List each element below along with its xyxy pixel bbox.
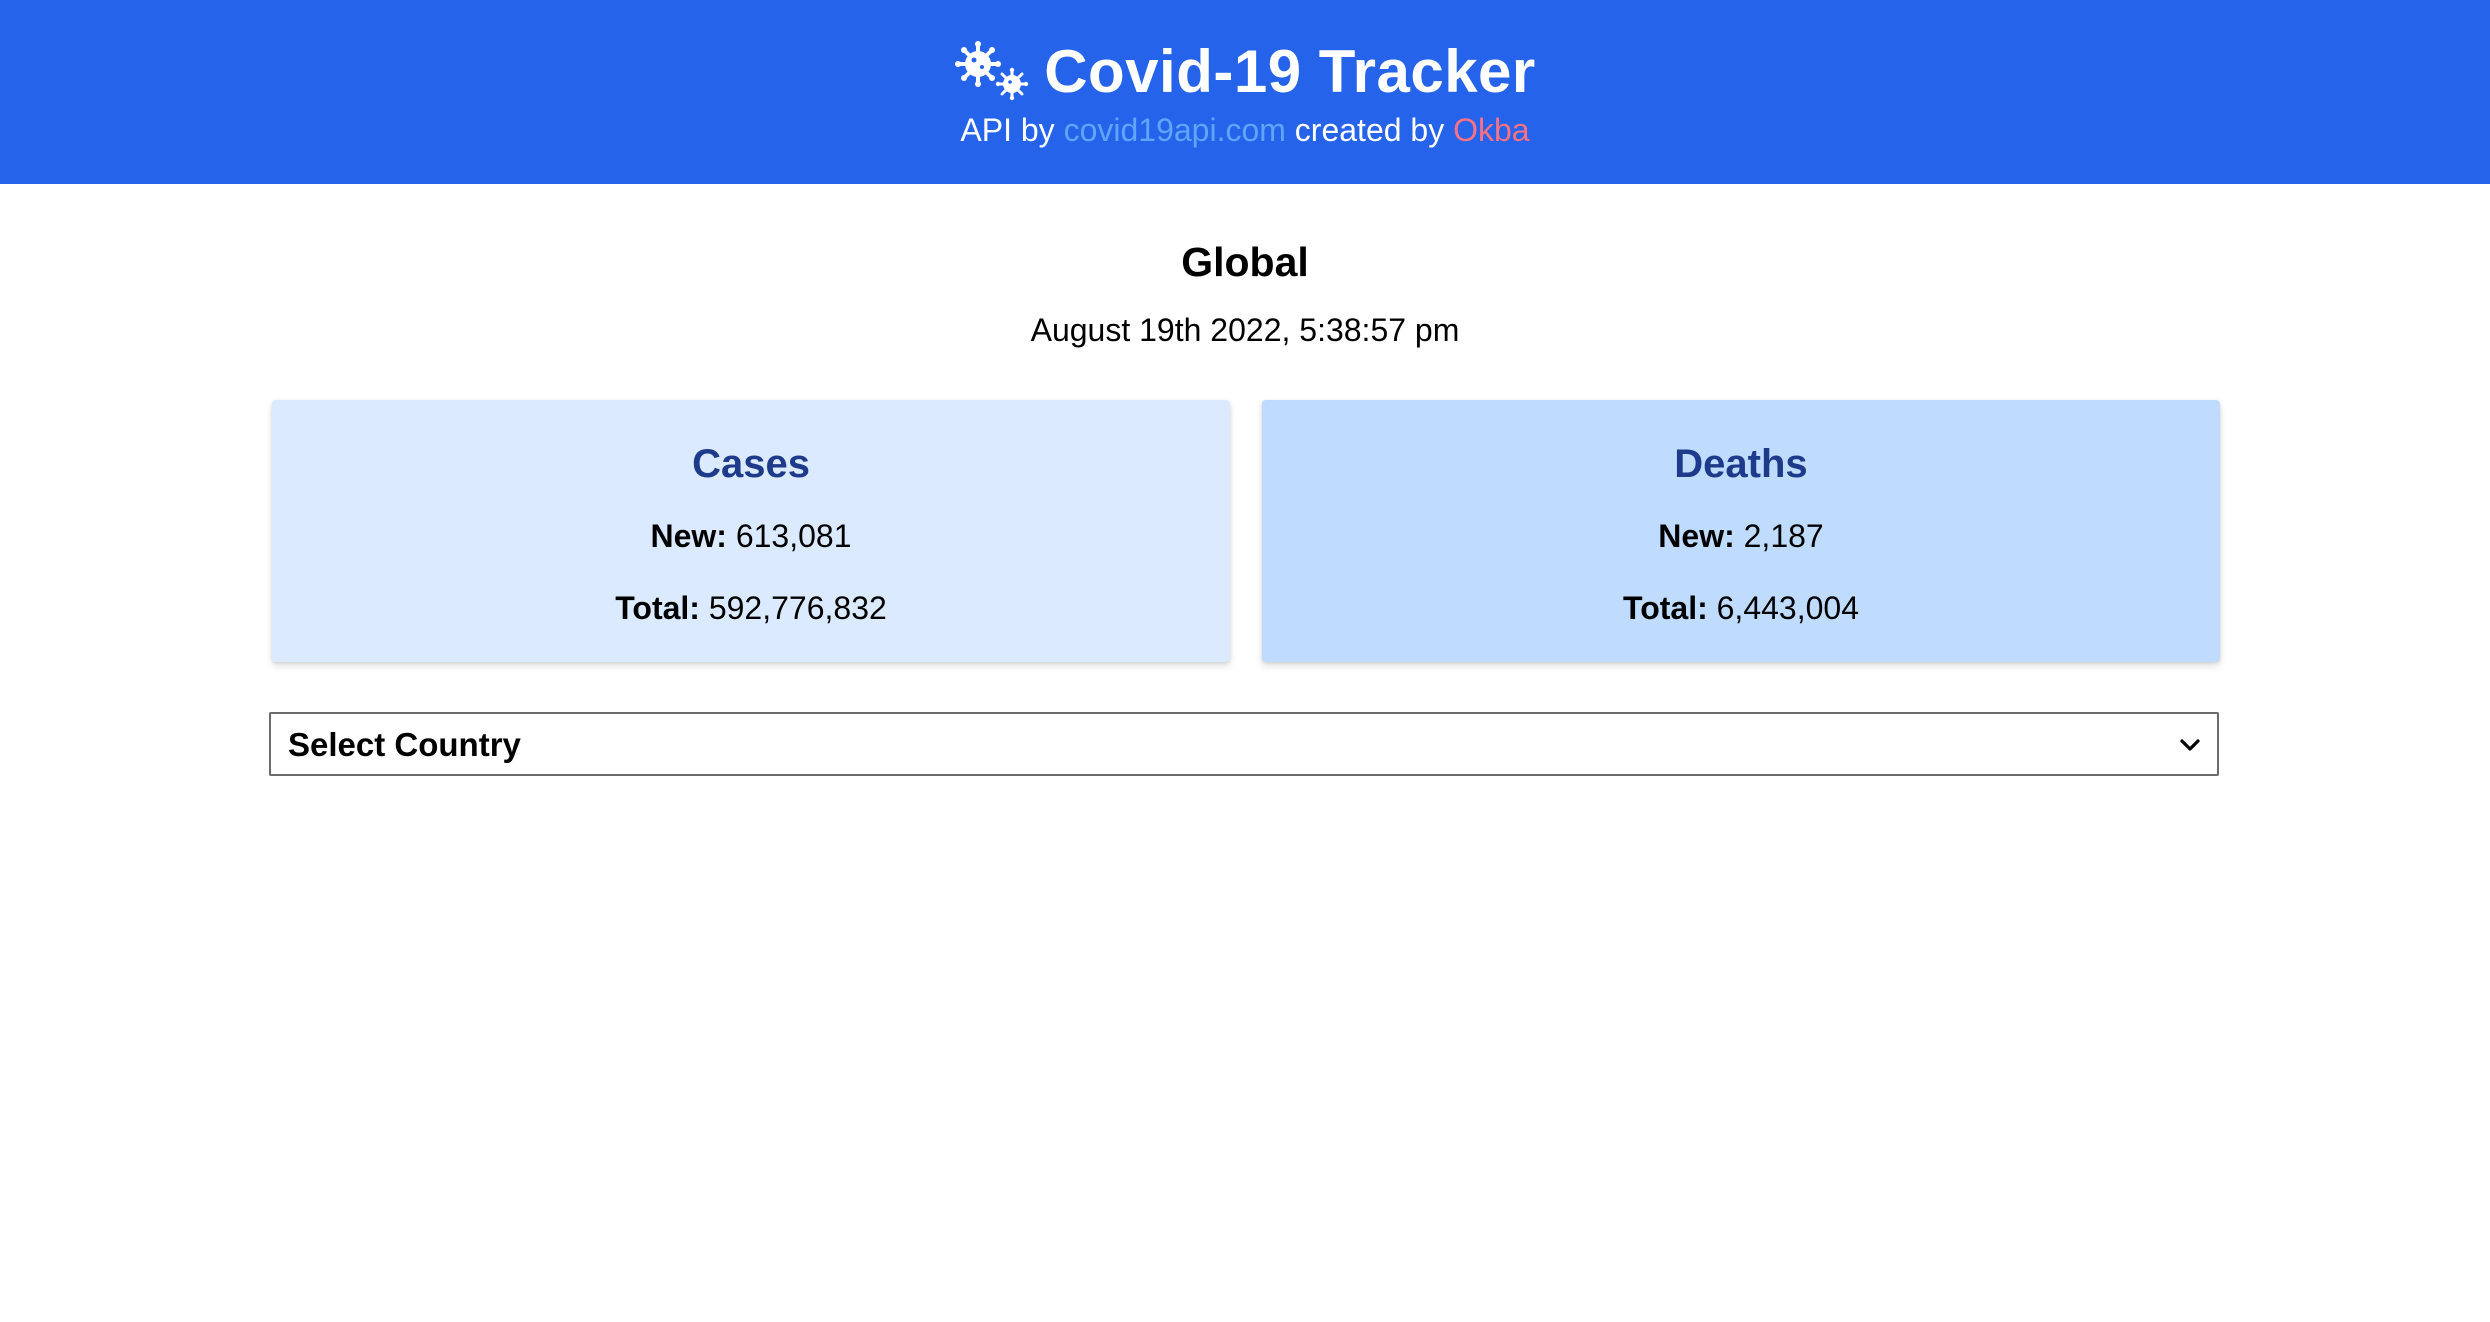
cases-total: Total: 592,776,832 bbox=[272, 584, 1230, 632]
country-select-value: Select Country bbox=[288, 726, 521, 763]
deaths-total-value: 6,443,004 bbox=[1716, 590, 1859, 626]
region-title: Global bbox=[1181, 239, 1309, 285]
chevron-down-icon bbox=[2177, 732, 2203, 758]
deaths-new-label: New: bbox=[1658, 518, 1735, 554]
last-updated-timestamp: August 19th 2022, 5:38:57 pm bbox=[1030, 312, 1460, 348]
cases-new-value: 613,081 bbox=[735, 518, 852, 554]
title-row: Covid-19 Tracker bbox=[0, 36, 2490, 108]
cases-card: Cases New: 613,081 Total: 592,776,832 bbox=[272, 400, 1230, 662]
app-title: Covid-19 Tracker bbox=[1044, 38, 1536, 105]
subtitle-prefix: API by bbox=[960, 112, 1055, 148]
cases-card-title: Cases bbox=[692, 442, 810, 486]
api-link[interactable]: covid19api.com bbox=[1064, 112, 1286, 148]
cases-new: New: 613,081 bbox=[272, 512, 1230, 560]
deaths-new: New: 2,187 bbox=[1262, 512, 2220, 560]
cases-total-label: Total: bbox=[615, 590, 700, 626]
subtitle-middle: created by bbox=[1294, 112, 1445, 148]
cases-new-label: New: bbox=[650, 518, 727, 554]
cases-total-value: 592,776,832 bbox=[708, 590, 887, 626]
author-link[interactable]: Okba bbox=[1453, 112, 1529, 148]
deaths-new-value: 2,187 bbox=[1743, 518, 1824, 554]
deaths-card: Deaths New: 2,187 Total: 6,443,004 bbox=[1262, 400, 2220, 662]
country-select[interactable]: Select Country bbox=[269, 712, 2219, 776]
subtitle: API by covid19api.com created by Okba bbox=[0, 106, 2490, 154]
virus-icon bbox=[954, 40, 1034, 104]
deaths-total: Total: 6,443,004 bbox=[1262, 584, 2220, 632]
deaths-card-title: Deaths bbox=[1674, 442, 1808, 486]
deaths-total-label: Total: bbox=[1623, 590, 1708, 626]
app-header: Covid-19 Tracker API by covid19api.com c… bbox=[0, 0, 2490, 184]
